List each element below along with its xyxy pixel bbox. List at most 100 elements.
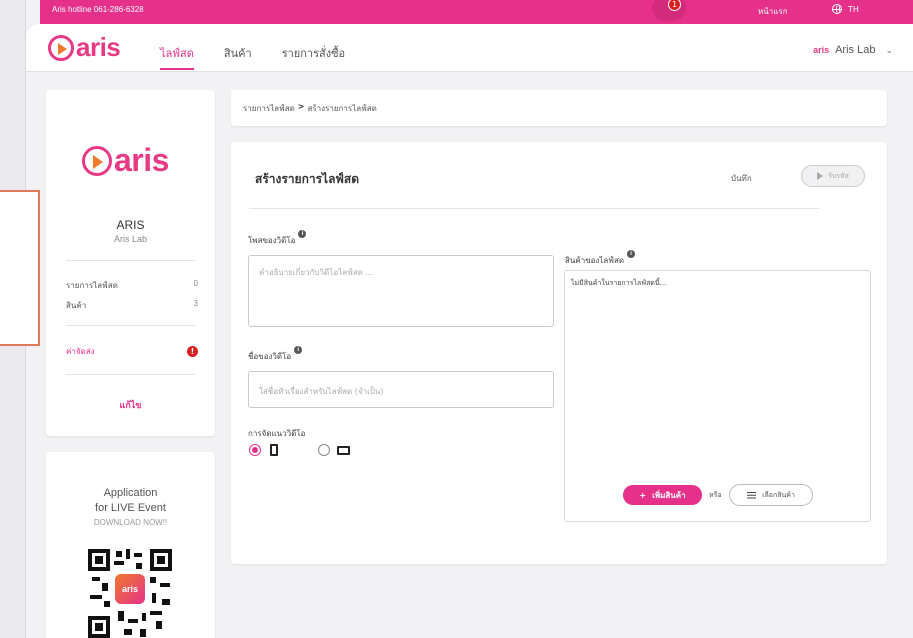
app-promo-title: Application for LIVE Event	[46, 486, 215, 516]
profile-name: ARIS	[116, 218, 145, 232]
qr-module	[92, 577, 100, 581]
stat-value: 0	[193, 279, 198, 288]
qr-finder	[88, 616, 110, 638]
shipping-label: ค่าจัดส่ง	[66, 347, 95, 356]
language-label: TH	[848, 4, 859, 14]
nav-live[interactable]: ไลฟ์สด	[160, 44, 194, 70]
description-label-row: โพสของวิดีโอ i	[248, 230, 307, 247]
create-live-form: สร้างรายการไลฟ์สด บันทึก รับรหัส โพสของว…	[231, 142, 887, 564]
qr-module	[124, 629, 132, 635]
qr-module	[152, 593, 156, 603]
select-product-button[interactable]: เลือกสินค้า	[729, 484, 813, 506]
empty-products-text: ไม่มีสินค้าในรายการไลฟ์สดนี้...	[571, 279, 667, 287]
video-name-label-row: ชื่อของวิดีโอ i	[248, 346, 303, 363]
app-promo-line2: for LIVE Event	[95, 502, 166, 514]
description-textarea[interactable]: คำอธิบายเกี่ยวกับวิดีโอไลฟ์สด ...	[248, 255, 554, 327]
qr-module	[162, 599, 170, 605]
qr-module	[104, 601, 110, 607]
add-product-button[interactable]: + เพิ่มสินค้า	[623, 485, 702, 505]
or-text: หรือ	[709, 491, 722, 499]
breadcrumb: รายการไลฟ์สด > สร้างรายการไลฟ์สด	[243, 102, 377, 115]
divider	[66, 260, 196, 261]
aris-logo[interactable]: aris	[48, 32, 121, 63]
qr-module	[136, 563, 142, 569]
landscape-screen-icon	[337, 445, 350, 455]
app-promo-line1: Application	[103, 487, 158, 499]
hotline-text: Aris hotline 061-286-6328	[52, 5, 144, 14]
landscape-radio[interactable]	[318, 444, 330, 456]
user-name: Aris Lab	[835, 44, 876, 56]
qr-module	[150, 577, 156, 583]
qr-module	[142, 613, 146, 621]
stat-label: สินค้า	[66, 301, 87, 310]
plus-icon: +	[639, 490, 647, 500]
breadcrumb-parent[interactable]: รายการไลฟ์สด	[243, 102, 295, 115]
main-header: aris ไลฟ์สด สินค้า รายการสั่งซื้อ aris A…	[26, 24, 913, 72]
shipping-fee-link[interactable]: ค่าจัดส่ง !	[66, 345, 198, 358]
video-name-input[interactable]: ใส่ชื่อหัวเรื่องสำหรับไลฟ์สด (จำเป็น)	[248, 371, 554, 408]
stat-label: รายการไลฟ์สด	[66, 281, 118, 290]
orientation-label: การจัดแนววิดีโอ	[248, 429, 306, 438]
info-icon[interactable]: i	[298, 230, 307, 238]
breadcrumb-separator: >	[297, 102, 305, 111]
qr-module	[90, 595, 102, 599]
qr-module	[126, 549, 130, 559]
stat-product-count: สินค้า 3	[66, 299, 198, 312]
background-dialog-edge	[0, 190, 40, 346]
profile-subtitle: Aris Lab	[113, 234, 148, 244]
aris-play-icon	[82, 145, 112, 176]
play-icon	[817, 172, 824, 180]
alert-icon: !	[187, 346, 198, 357]
info-icon[interactable]: i	[627, 250, 636, 258]
description-label: โพสของวิดีโอ	[248, 236, 296, 245]
add-product-label: เพิ่มสินค้า	[652, 490, 686, 500]
qr-module	[156, 621, 162, 629]
get-code-label: รับรหัส	[828, 171, 849, 180]
qr-module	[134, 553, 142, 557]
edit-profile-button[interactable]: แก้ไข	[46, 398, 215, 412]
app-promo-card: Application for LIVE Event DOWNLOAD NOW!…	[46, 452, 215, 638]
divider	[66, 325, 196, 326]
qr-finder	[150, 549, 172, 571]
save-button[interactable]: บันทึก	[731, 172, 752, 185]
nav-products[interactable]: สินค้า	[224, 44, 252, 70]
breadcrumb-card: รายการไลฟ์สด > สร้างรายการไลฟ์สด	[231, 90, 887, 126]
video-name-label: ชื่อของวิดีโอ	[248, 352, 292, 361]
qr-module	[160, 583, 170, 587]
qr-module	[114, 561, 124, 565]
logo-text: aris	[76, 32, 121, 62]
info-icon[interactable]: i	[294, 346, 303, 354]
profile-card: aris ARIS Aris Lab รายการไลฟ์สด 0 สินค้า…	[46, 90, 215, 436]
download-qr-code[interactable]: aris	[88, 549, 172, 638]
profile-logo-text: aris	[114, 142, 169, 178]
breadcrumb-current: สร้างรายการไลฟ์สด	[307, 104, 377, 113]
qr-module	[116, 551, 122, 557]
user-menu[interactable]: aris Aris Lab ⌄	[813, 44, 893, 56]
orientation-options	[249, 444, 350, 456]
products-label: สินค้าของไลฟ์สด	[565, 256, 625, 265]
language-switcher[interactable]: TH	[832, 4, 859, 14]
divider	[249, 208, 819, 209]
list-icon	[747, 491, 757, 499]
get-code-button[interactable]: รับรหัส	[801, 165, 865, 187]
stat-live-count: รายการไลฟ์สด 0	[66, 279, 198, 292]
chevron-down-icon: ⌄	[885, 44, 893, 55]
portrait-radio[interactable]	[249, 444, 261, 456]
download-now-text: DOWNLOAD NOW!!	[93, 518, 168, 527]
qr-finder	[88, 549, 110, 571]
qr-module	[128, 619, 138, 623]
home-link[interactable]: หน้าแรก	[758, 5, 788, 18]
nav-orders[interactable]: รายการสั่งซื้อ	[282, 44, 345, 70]
product-list-box: ไม่มีสินค้าในรายการไลฟ์สดนี้... + เพิ่มส…	[564, 270, 871, 522]
globe-icon	[832, 4, 842, 14]
aris-play-icon	[48, 34, 74, 61]
select-product-label: เลือกสินค้า	[762, 490, 795, 499]
mini-aris-logo: aris	[813, 45, 830, 55]
qr-module	[118, 611, 124, 621]
qr-module	[150, 611, 162, 615]
divider	[66, 374, 196, 375]
portrait-phone-icon	[270, 444, 278, 456]
main-nav: ไลฟ์สด สินค้า รายการสั่งซื้อ	[160, 44, 345, 70]
profile-logo: aris	[82, 142, 169, 179]
qr-aris-logo: aris	[115, 574, 145, 604]
